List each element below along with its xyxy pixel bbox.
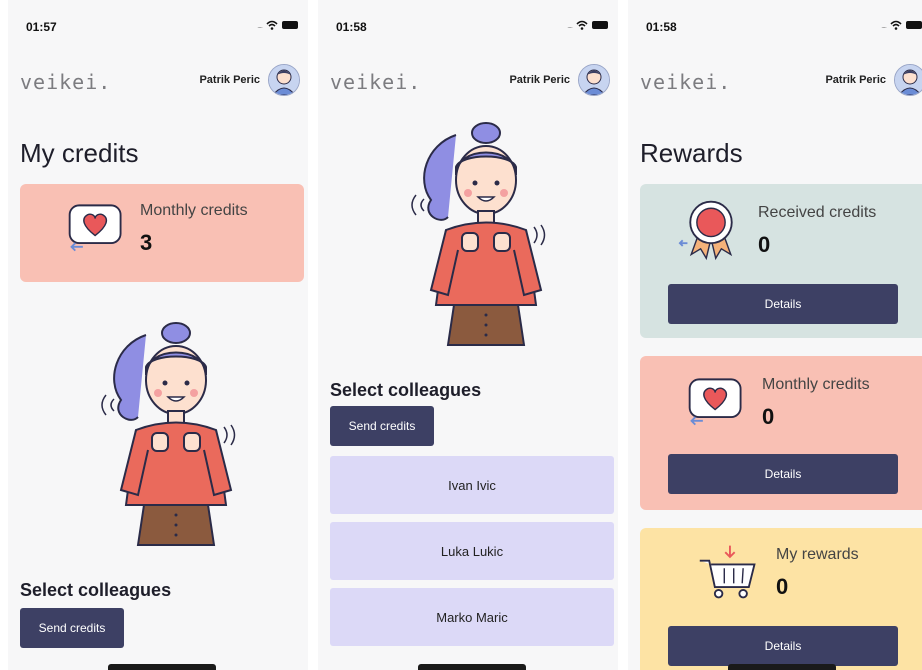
section-title: Select colleagues: [20, 580, 172, 600]
status-bar: 01:57 ....: [8, 18, 308, 38]
app-logo[interactable]: veikei.: [20, 70, 111, 94]
screen-my-credits: 01:57 .... veikei. Patrik Peric My credi…: [8, 0, 308, 670]
signal-icon: ....: [567, 20, 573, 30]
home-indicator: [418, 664, 526, 670]
user-name: Patrik Peric: [199, 74, 260, 86]
details-button[interactable]: Details: [668, 454, 898, 494]
user-name: Patrik Peric: [509, 74, 570, 86]
app-header: veikei. Patrik Peric: [8, 62, 308, 102]
wifi-icon: [266, 20, 278, 30]
battery-icon: [282, 21, 298, 29]
section-title: Select colleagues: [330, 380, 482, 400]
heart-bubble-icon: [684, 372, 750, 432]
details-button[interactable]: Details: [668, 626, 898, 666]
user-profile[interactable]: Patrik Peric: [199, 64, 300, 96]
card-label: Monthly credits: [140, 202, 248, 219]
app-logo[interactable]: veikei.: [640, 70, 731, 94]
woman-illustration: [76, 300, 256, 550]
screen-select-colleagues: 01:58 .... veikei. Patrik Peric Select c…: [318, 0, 618, 670]
app-header: veikei. Patrik Peric: [318, 62, 618, 102]
woman-illustration: [386, 100, 566, 350]
avatar[interactable]: [268, 64, 300, 96]
monthly-credits-card: Monthly credits 0 Details: [640, 356, 922, 510]
avatar[interactable]: [578, 64, 610, 96]
card-value: 0: [758, 232, 771, 257]
card-label: Monthly credits: [762, 376, 870, 393]
card-value: 0: [762, 404, 775, 429]
status-time: 01:58: [646, 20, 677, 34]
received-credits-card: Received credits 0 Details: [640, 184, 922, 338]
details-button[interactable]: Details: [668, 284, 898, 324]
colleague-item[interactable]: Ivan Ivic: [330, 456, 614, 514]
my-rewards-card: My rewards 0 Details: [640, 528, 922, 670]
status-bar: 01:58 ....: [628, 18, 922, 38]
send-credits-button[interactable]: Send credits: [330, 406, 434, 446]
shopping-cart-icon: [696, 542, 762, 602]
medal-icon: [678, 196, 744, 262]
user-profile[interactable]: Patrik Peric: [509, 64, 610, 96]
page-title: Rewards: [640, 138, 743, 168]
screen-rewards: 01:58 .... veikei. Patrik Peric Rewards …: [628, 0, 922, 670]
signal-icon: ....: [257, 20, 263, 30]
app-header: veikei. Patrik Peric: [628, 62, 922, 102]
signal-icon: ....: [881, 20, 887, 30]
user-profile[interactable]: Patrik Peric: [825, 64, 922, 96]
card-label: My rewards: [776, 546, 859, 563]
card-label: Received credits: [758, 204, 877, 221]
status-bar: 01:58 ....: [318, 18, 618, 38]
colleague-item[interactable]: Marko Maric: [330, 588, 614, 646]
send-credits-button[interactable]: Send credits: [20, 608, 124, 648]
home-indicator: [108, 664, 216, 670]
battery-icon: [906, 21, 922, 29]
colleague-item[interactable]: Luka Lukic: [330, 522, 614, 580]
card-value: 3: [140, 230, 153, 255]
avatar[interactable]: [894, 64, 922, 96]
wifi-icon: [890, 20, 902, 30]
app-logo[interactable]: veikei.: [330, 70, 421, 94]
heart-bubble-icon: [64, 198, 130, 258]
status-time: 01:58: [336, 20, 367, 34]
card-value: 0: [776, 574, 789, 599]
monthly-credits-card: Monthly credits 3: [20, 184, 304, 282]
home-indicator: [728, 664, 836, 670]
wifi-icon: [576, 20, 588, 30]
user-name: Patrik Peric: [825, 74, 886, 86]
page-title: My credits: [20, 138, 139, 168]
battery-icon: [592, 21, 608, 29]
status-time: 01:57: [26, 20, 57, 34]
